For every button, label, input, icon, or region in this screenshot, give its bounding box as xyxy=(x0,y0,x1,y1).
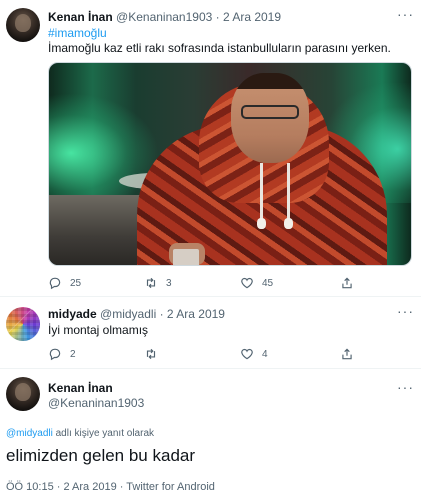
reply-count: 2 xyxy=(70,348,76,360)
retweet-count: 3 xyxy=(166,277,172,289)
display-name[interactable]: midyade xyxy=(48,307,97,321)
avatar[interactable] xyxy=(6,377,40,411)
like-count: 4 xyxy=(262,348,268,360)
tweet-kenan-inan[interactable]: Kenan İnan @Kenaninan1903 · 2 Ara 2019 ·… xyxy=(0,0,421,290)
reply-count: 25 xyxy=(70,277,82,289)
like-icon xyxy=(241,277,253,289)
display-name[interactable]: Kenan İnan xyxy=(48,381,113,395)
tweet-text: elimizden gelen bu kadar xyxy=(6,446,196,465)
hashtag-link[interactable]: #imamoğlu xyxy=(48,26,107,40)
separator: · xyxy=(159,307,164,321)
retweet-icon xyxy=(146,277,156,289)
tweet-timestamp[interactable]: ÖÖ 10:15 · 2 Ara 2019 · Twitter for Andr… xyxy=(6,481,215,493)
reply-icon xyxy=(49,348,61,361)
share-button[interactable] xyxy=(340,347,354,361)
tweet-photo[interactable] xyxy=(48,62,412,266)
username[interactable]: @midyadli xyxy=(100,307,156,321)
tweet-text: İmamoğlu kaz etli rakı sofrasında istanb… xyxy=(48,41,391,55)
like-count: 45 xyxy=(262,277,274,289)
reply-icon xyxy=(49,277,61,290)
share-icon xyxy=(342,348,352,360)
reply-button[interactable]: 25 xyxy=(48,276,144,290)
retweet-button[interactable] xyxy=(144,347,240,361)
retweet-button[interactable]: 3 xyxy=(144,276,240,290)
timestamp[interactable]: 2 Ara 2019 xyxy=(167,307,225,321)
like-button[interactable]: 4 xyxy=(240,347,340,361)
tweet-actions: 25 3 45 xyxy=(48,276,354,290)
tweet-text: İyi montaj olmamış xyxy=(48,323,149,337)
more-icon[interactable]: ··· xyxy=(397,379,414,395)
photo-cord-left xyxy=(257,163,266,229)
share-button[interactable] xyxy=(340,276,354,290)
avatar[interactable] xyxy=(6,8,40,42)
timestamp[interactable]: 2 Ara 2019 xyxy=(223,10,281,24)
display-name[interactable]: Kenan İnan xyxy=(48,10,113,24)
tweet-midyade[interactable]: midyade @midyadli · 2 Ara 2019 ··· İyi m… xyxy=(0,297,421,367)
username[interactable]: @Kenaninan1903 xyxy=(48,396,144,410)
more-icon[interactable]: ··· xyxy=(397,303,414,319)
replying-to-link[interactable]: @midyadli xyxy=(6,428,53,439)
photo-cord-right xyxy=(284,163,293,229)
photo-glasses xyxy=(241,105,299,119)
replying-to: @midyadli adlı kişiye yanıt olarak xyxy=(6,428,154,439)
tweet-actions: 2 4 xyxy=(48,347,354,361)
tweet-header: Kenan İnan @Kenaninan1903 · 2 Ara 2019 xyxy=(48,10,281,24)
reply-button[interactable]: 2 xyxy=(48,347,144,361)
username[interactable]: @Kenaninan1903 xyxy=(116,10,212,24)
photo-glass xyxy=(173,249,199,265)
tweet-header: midyade @midyadli · 2 Ara 2019 xyxy=(48,307,225,321)
like-button[interactable]: 45 xyxy=(240,276,340,290)
separator: · xyxy=(215,10,220,24)
replying-to-text: adlı kişiye yanıt olarak xyxy=(52,428,155,439)
like-icon xyxy=(241,348,253,360)
more-icon[interactable]: ··· xyxy=(397,6,414,22)
retweet-icon xyxy=(146,348,156,360)
avatar[interactable] xyxy=(6,307,40,341)
share-icon xyxy=(342,277,352,289)
